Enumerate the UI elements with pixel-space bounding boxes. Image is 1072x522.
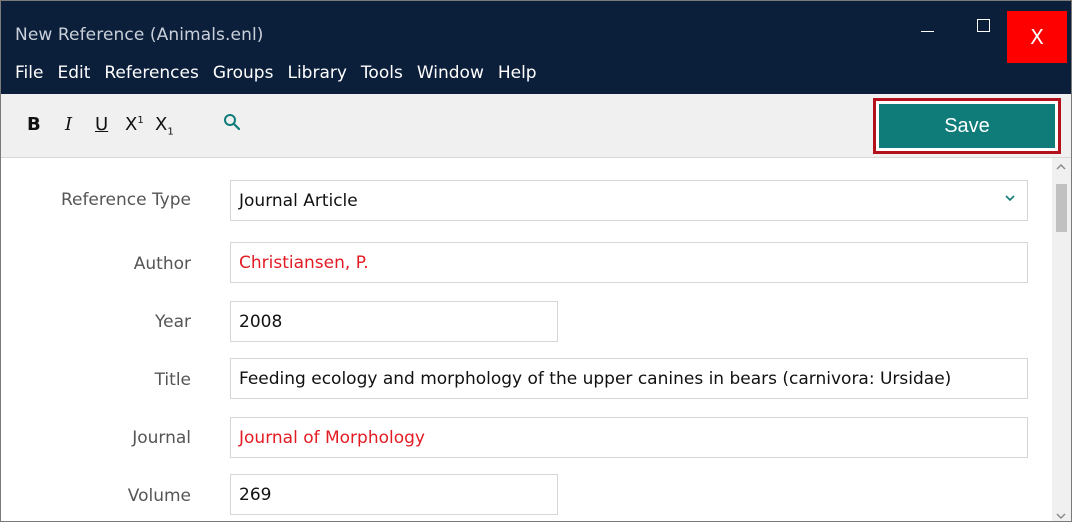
menu-library[interactable]: Library [287, 63, 346, 83]
subscript-button[interactable]: X1 [155, 114, 174, 138]
window-title: New Reference (Animals.enl) [15, 25, 264, 45]
superscript-mark: 1 [137, 115, 144, 126]
menu-tools[interactable]: Tools [361, 63, 403, 83]
italic-button[interactable]: I [65, 114, 72, 135]
superscript-base: X [125, 114, 138, 135]
scroll-up-arrow-icon[interactable] [1056, 162, 1066, 172]
minimize-button[interactable] [919, 17, 935, 33]
reference-type-value: Journal Article [239, 190, 358, 211]
scrollbar-thumb[interactable] [1056, 184, 1067, 232]
new-reference-window: New Reference (Animals.enl) X File Edit … [0, 0, 1072, 522]
author-field[interactable]: Christiansen, P. [230, 242, 1028, 283]
journal-field[interactable]: Journal of Morphology [230, 417, 1028, 458]
minimize-icon [921, 31, 934, 32]
subscript-base: X [155, 114, 168, 135]
bold-button[interactable]: B [27, 114, 41, 135]
volume-label: Volume [127, 486, 191, 506]
search-icon[interactable] [223, 113, 241, 131]
reference-form: Reference Type Journal Article Author Ch… [1, 158, 1051, 521]
journal-label: Journal [132, 428, 191, 448]
reference-type-select[interactable]: Journal Article [230, 180, 1028, 221]
volume-field[interactable]: 269 [230, 474, 558, 515]
menu-references[interactable]: References [104, 63, 198, 83]
close-button[interactable]: X [1007, 11, 1067, 63]
title-bar: New Reference (Animals.enl) X File Edit … [1, 1, 1071, 94]
menu-window[interactable]: Window [417, 63, 484, 83]
reference-type-label: Reference Type [60, 190, 191, 210]
superscript-button[interactable]: X1 [125, 114, 144, 135]
vertical-scrollbar[interactable] [1052, 158, 1071, 521]
chevron-down-icon [1005, 195, 1015, 202]
menu-file[interactable]: File [15, 63, 43, 83]
menu-bar: File Edit References Groups Library Tool… [15, 63, 551, 83]
title-label: Title [154, 370, 191, 390]
scroll-down-arrow-icon[interactable] [1056, 511, 1066, 521]
save-highlight: Save [873, 98, 1061, 154]
year-field[interactable]: 2008 [230, 301, 558, 342]
title-field[interactable]: Feeding ecology and morphology of the up… [230, 358, 1028, 399]
menu-groups[interactable]: Groups [213, 63, 274, 83]
maximize-button[interactable] [977, 19, 990, 32]
author-label: Author [133, 254, 191, 274]
year-label: Year [155, 312, 191, 332]
save-button[interactable]: Save [879, 104, 1055, 148]
subscript-mark: 1 [167, 126, 174, 138]
menu-edit[interactable]: Edit [57, 63, 90, 83]
menu-help[interactable]: Help [498, 63, 537, 83]
underline-button[interactable]: U [95, 114, 108, 135]
